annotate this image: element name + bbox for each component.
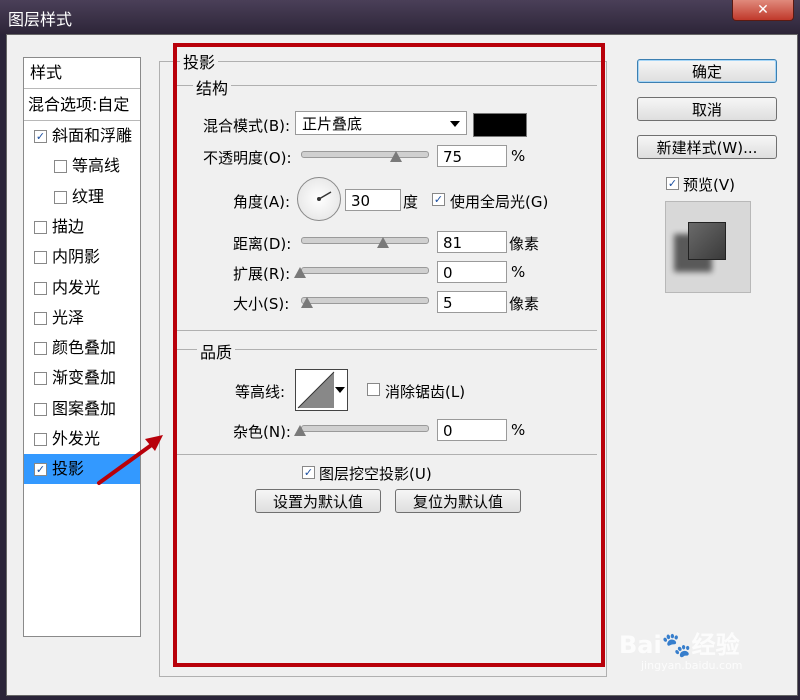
preview-thumbnail (665, 201, 751, 293)
ok-button[interactable]: 确定 (637, 59, 777, 83)
sidebar-item-label: 描边 (52, 216, 85, 236)
check-icon: ✓ (667, 177, 678, 190)
divider (24, 88, 140, 89)
style-list-header-label: 样式 (30, 63, 63, 82)
close-icon: ✕ (757, 2, 769, 18)
sidebar-item-label: 图案叠加 (52, 398, 117, 418)
sidebar-item-label: 内阴影 (52, 247, 101, 267)
style-list: 样式 混合选项:自定 ✓ 斜面和浮雕等高线纹理描边内阴影内发光光泽颜色叠加渐变叠加… (23, 57, 141, 637)
sidebar-item-style[interactable]: 光泽 (24, 303, 140, 333)
preview-square (688, 222, 726, 260)
sidebar-item-style[interactable]: ✓ 斜面和浮雕 (24, 121, 140, 151)
preview-label: 预览(V) (683, 176, 735, 194)
sidebar-item-label: 内发光 (52, 277, 101, 297)
sidebar-item-style[interactable]: 内阴影 (24, 242, 140, 272)
sidebar-item-label: 纹理 (72, 186, 105, 206)
style-checkbox[interactable] (54, 160, 67, 174)
sidebar-item-label: 光泽 (52, 307, 85, 327)
sidebar-item-style[interactable]: 描边 (24, 212, 140, 242)
style-checkbox[interactable] (34, 220, 47, 234)
sidebar-item-style[interactable]: 图案叠加 (24, 394, 140, 424)
cancel-button[interactable]: 取消 (637, 97, 777, 121)
sidebar-item-style[interactable]: 内发光 (24, 273, 140, 303)
sidebar-item-label: 等高线 (72, 156, 121, 176)
style-checkbox[interactable] (34, 433, 47, 446)
style-checkbox[interactable] (34, 311, 47, 325)
sidebar-item-label: 颜色叠加 (52, 338, 117, 358)
new-style-button[interactable]: 新建样式(W)... (637, 135, 777, 159)
dialog-client: 样式 混合选项:自定 ✓ 斜面和浮雕等高线纹理描边内阴影内发光光泽颜色叠加渐变叠加… (6, 34, 798, 696)
sidebar-item-style[interactable]: 渐变叠加 (24, 363, 140, 393)
sidebar-item-style[interactable]: 等高线 (24, 151, 140, 181)
style-checkbox[interactable] (54, 190, 67, 204)
title-bar: 图层样式 ✕ (0, 0, 800, 34)
window-title: 图层样式 (8, 10, 73, 29)
style-list-header: 样式 (24, 58, 140, 88)
style-checkbox[interactable] (34, 281, 47, 295)
style-checkbox[interactable] (34, 372, 47, 386)
watermark-brand: Bai🐾经验 (619, 631, 740, 659)
paw-icon: 🐾 (661, 631, 692, 659)
sidebar-item-label: 投影 (52, 459, 85, 479)
preview-checkbox[interactable]: ✓ (666, 177, 679, 190)
style-checkbox[interactable] (34, 402, 47, 416)
annotation-frame (173, 43, 605, 667)
sidebar-item-label: 混合选项:自定 (28, 95, 130, 114)
close-button[interactable]: ✕ (732, 0, 794, 21)
sidebar-item-blend-options[interactable]: 混合选项:自定 (24, 90, 140, 120)
annotation-arrow-icon (97, 435, 163, 485)
sidebar-item-style[interactable]: 纹理 (24, 182, 140, 212)
style-checkbox[interactable] (34, 342, 47, 356)
style-checkbox[interactable]: ✓ (34, 463, 47, 477)
watermark-url: jingyan.baidu.com (641, 659, 743, 672)
sidebar-item-label: 斜面和浮雕 (52, 126, 133, 145)
sidebar-item-style[interactable]: 颜色叠加 (24, 333, 140, 363)
sidebar-item-label: 渐变叠加 (52, 368, 117, 388)
style-checkbox[interactable] (34, 251, 47, 265)
style-checkbox[interactable]: ✓ (34, 130, 47, 143)
